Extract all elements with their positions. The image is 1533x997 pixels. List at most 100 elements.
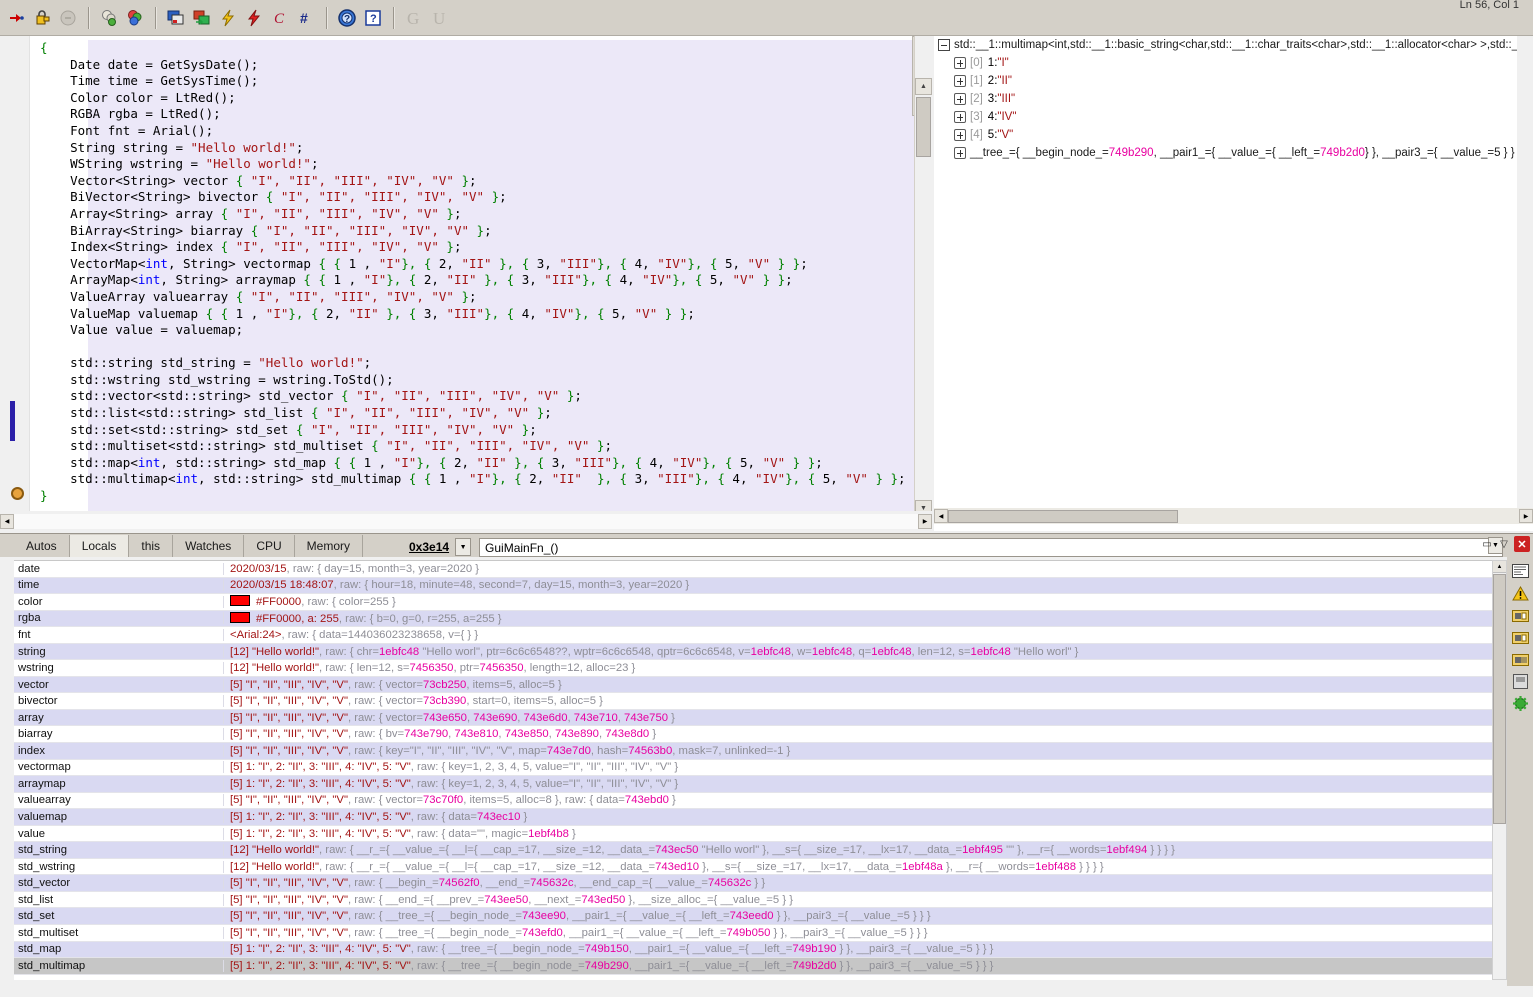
watch-hscroll-right-arrow[interactable]: ▶	[1519, 509, 1533, 523]
package-red-icon[interactable]	[122, 5, 148, 31]
watch-root-row[interactable]: std::__1::multimap<int,std::__1::basic_s…	[934, 36, 1533, 54]
window-green-icon[interactable]	[189, 5, 215, 31]
listing-icon[interactable]	[1511, 562, 1529, 580]
package-green-icon[interactable]	[96, 5, 122, 31]
table-row[interactable]: std_map[5] 1: "I", 2: "II", 3: "III", 4:…	[14, 942, 1504, 959]
expand-icon[interactable]	[954, 147, 966, 159]
hscroll-track[interactable]	[14, 514, 918, 529]
watch-tree-row[interactable]: __tree_={ __begin_node_=749b290, __pair1…	[934, 144, 1533, 162]
table-row[interactable]: std_wstring[12] "Hello world!", raw: { _…	[14, 859, 1504, 876]
code-editor[interactable]: { Date date = GetSysDate(); Time time = …	[0, 36, 932, 531]
source-code[interactable]: { Date date = GetSysDate(); Time time = …	[30, 40, 931, 505]
table-row[interactable]: valuemap[5] 1: "I", 2: "II", 3: "III", 4…	[14, 809, 1504, 826]
table-row[interactable]: array[5] "I", "II", "III", "IV", "V", ra…	[14, 710, 1504, 727]
c-language-icon[interactable]: C	[267, 5, 293, 31]
table-row[interactable]: std_multimap[5] 1: "I", 2: "II", 3: "III…	[14, 958, 1504, 975]
table-row[interactable]: string[12] "Hello world!", raw: { chr=1e…	[14, 644, 1504, 661]
toolbar-group-debug	[0, 0, 84, 36]
tab-autos[interactable]: Autos	[14, 535, 70, 557]
watch-child-row[interactable]: [4]5: "V"	[934, 126, 1533, 144]
table-row[interactable]: rgba#FF0000, a: 255, raw: { b=0, g=0, r=…	[14, 611, 1504, 628]
table-row[interactable]: bivector[5] "I", "II", "III", "IV", "V",…	[14, 693, 1504, 710]
tab-locals[interactable]: Locals	[70, 535, 130, 557]
function-field[interactable]: GuiMainFn_()	[479, 538, 1503, 557]
locals-table[interactable]: date2020/03/15, raw: { day=15, month=3, …	[14, 560, 1504, 980]
table-row[interactable]: wstring[12] "Hello world!", raw: { len=1…	[14, 660, 1504, 677]
expand-icon[interactable]	[954, 111, 966, 123]
watch-child-row[interactable]: [2]3: "III"	[934, 90, 1533, 108]
address-selector[interactable]: 0x3e14 ▼	[403, 537, 471, 557]
scroll-up-arrow[interactable]: ▲	[915, 78, 932, 95]
table-row[interactable]: vectormap[5] 1: "I", 2: "II", 3: "III", …	[14, 760, 1504, 777]
warning-triangle-icon[interactable]	[1511, 584, 1529, 602]
table-row[interactable]: biarray[5] "I", "II", "III", "IV", "V", …	[14, 726, 1504, 743]
window-blue-icon[interactable]	[163, 5, 189, 31]
watch-window-icon[interactable]	[1511, 628, 1529, 646]
hscroll-left-arrow[interactable]: ◀	[0, 514, 14, 529]
ide-window: C # ? ? G U Ln 56, Col 1	[0, 0, 1533, 997]
locals-vertical-scrollbar[interactable]: ▲	[1492, 560, 1507, 980]
tab-this[interactable]: this	[129, 535, 173, 557]
watch-vertical-scrollbar[interactable]	[1517, 36, 1533, 508]
table-row[interactable]: arraymap[5] 1: "I", 2: "II", 3: "III", 4…	[14, 776, 1504, 793]
watch-panel[interactable]: std::__1::multimap<int,std::__1::basic_s…	[934, 36, 1533, 531]
function-name: GuiMainFn_()	[485, 541, 558, 555]
table-row[interactable]: color#FF0000, raw: { color=255 }	[14, 594, 1504, 611]
table-row[interactable]: std_multiset[5] "I", "II", "III", "IV", …	[14, 925, 1504, 942]
editor-gutter[interactable]	[0, 36, 30, 531]
lock-yellow-icon[interactable]	[29, 5, 55, 31]
table-row[interactable]: std_set[5] "I", "II", "III", "IV", "V", …	[14, 908, 1504, 925]
close-icon[interactable]: ✕	[1514, 536, 1530, 552]
locals-variable-value: [5] "I", "II", "III", "IV", "V", raw: { …	[224, 745, 1504, 757]
step-into-icon[interactable]	[3, 5, 29, 31]
memory-window-icon[interactable]	[1511, 650, 1529, 668]
hscroll-right-arrow[interactable]: ▶	[918, 514, 932, 529]
locals-scroll-up[interactable]: ▲	[1493, 561, 1506, 573]
expand-icon[interactable]	[954, 129, 966, 141]
tab-memory[interactable]: Memory	[295, 535, 363, 557]
watch-child-row[interactable]: [3]4: "IV"	[934, 108, 1533, 126]
table-row[interactable]: time2020/03/15 18:48:07, raw: { hour=18,…	[14, 578, 1504, 595]
filter-icon[interactable]: ▽	[1497, 537, 1511, 551]
breakpoint-window-icon[interactable]	[1511, 606, 1529, 624]
tab-watches[interactable]: Watches	[173, 535, 244, 557]
locals-variable-name: std_string	[14, 844, 224, 856]
table-row[interactable]: valuearray[5] "I", "II", "III", "IV", "V…	[14, 793, 1504, 810]
locals-variable-name: value	[14, 828, 224, 840]
code-text-area[interactable]: { Date date = GetSysDate(); Time time = …	[30, 36, 931, 531]
plugin-green-icon[interactable]	[1511, 694, 1529, 712]
expand-icon[interactable]	[954, 57, 966, 69]
locals-scroll-thumb[interactable]	[1493, 574, 1506, 824]
table-row[interactable]: std_vector[5] "I", "II", "III", "IV", "V…	[14, 875, 1504, 892]
watch-child-row[interactable]: [1]2: "II"	[934, 72, 1533, 90]
editor-horizontal-scrollbar[interactable]: ◀ ▶	[0, 511, 932, 531]
tab-cpu[interactable]: CPU	[244, 535, 294, 557]
help-question-box-icon[interactable]: ?	[360, 5, 386, 31]
watch-key: 1:	[988, 57, 998, 69]
table-row[interactable]: index[5] "I", "II", "III", "IV", "V", ra…	[14, 743, 1504, 760]
editor-scroll-thumb[interactable]	[916, 97, 931, 157]
watch-hscroll-thumb[interactable]	[948, 510, 1178, 523]
disassembly-icon[interactable]	[1511, 672, 1529, 690]
hash-icon[interactable]: #	[293, 5, 319, 31]
watch-horizontal-scrollbar[interactable]: ◀ ▶	[934, 508, 1533, 524]
watch-hscroll-left-arrow[interactable]: ◀	[934, 509, 948, 523]
table-row[interactable]: vector[5] "I", "II", "III", "IV", "V", r…	[14, 677, 1504, 694]
breakpoint-icon[interactable]	[11, 487, 24, 500]
minimize-icon[interactable]: ▭	[1480, 537, 1494, 551]
collapse-icon[interactable]	[938, 39, 950, 51]
table-row[interactable]: fnt<Arial:24>, raw: { data=1440360232386…	[14, 627, 1504, 644]
help-blue-icon[interactable]: ?	[334, 5, 360, 31]
stack-address[interactable]: 0x3e14	[403, 540, 455, 554]
chevron-down-icon[interactable]: ▼	[455, 538, 471, 556]
editor-vertical-scrollbar[interactable]: ▲ ▼	[914, 36, 932, 531]
table-row[interactable]: date2020/03/15, raw: { day=15, month=3, …	[14, 561, 1504, 578]
expand-icon[interactable]	[954, 93, 966, 105]
table-row[interactable]: std_string[12] "Hello world!", raw: { __…	[14, 842, 1504, 859]
build-yellow-lightning-icon[interactable]	[215, 5, 241, 31]
expand-icon[interactable]	[954, 75, 966, 87]
run-red-lightning-icon[interactable]	[241, 5, 267, 31]
table-row[interactable]: value[5] 1: "I", 2: "II", 3: "III", 4: "…	[14, 826, 1504, 843]
watch-child-row[interactable]: [0]1: "I"	[934, 54, 1533, 72]
table-row[interactable]: std_list[5] "I", "II", "III", "IV", "V",…	[14, 892, 1504, 909]
